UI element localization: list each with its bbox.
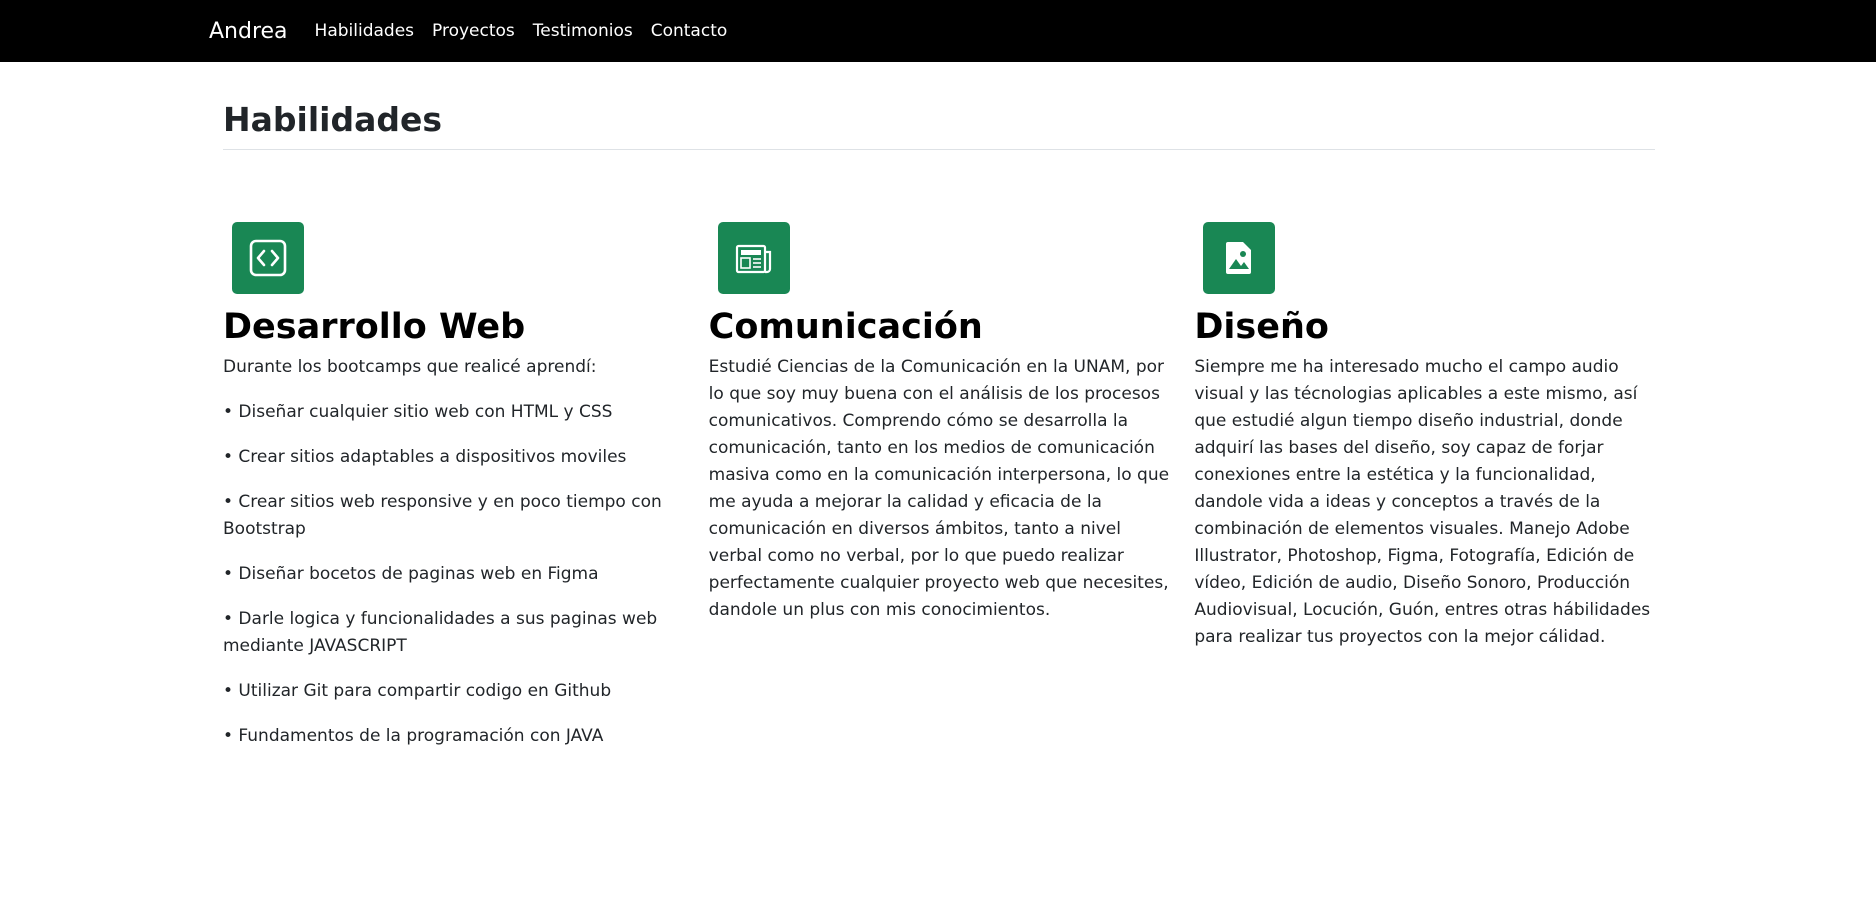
feature-text: • Diseñar cualquier sitio web con HTML y… (223, 402, 613, 422)
feature-text: Durante los bootcamps que realicé aprend… (223, 357, 597, 377)
features-row: Desarrollo Web Durante los bootcamps que… (223, 222, 1655, 768)
code-icon (232, 222, 304, 294)
feature-title: Desarrollo Web (223, 307, 526, 347)
top-navbar: Andrea Habilidades Proyectos Testimonios… (0, 0, 1876, 62)
brand-link[interactable]: Andrea (209, 19, 288, 44)
feature-text: • Crear sitios adaptables a dispositivos… (223, 447, 627, 467)
feature-text: • Diseñar bocetos de paginas web en Figm… (223, 564, 599, 584)
nav-link-habilidades[interactable]: Habilidades (315, 21, 414, 41)
newspaper-icon (717, 222, 790, 294)
nav-link-proyectos[interactable]: Proyectos (432, 21, 515, 41)
nav-link-testimonios[interactable]: Testimonios (533, 21, 633, 41)
feature-text: • Utilizar Git para compartir codigo en … (223, 681, 612, 701)
feature-text: Siempre me ha interesado mucho el campo … (1194, 357, 1651, 647)
feature-comunicacion: Comunicación Estudié Ciencias de la Comu… (709, 222, 1170, 768)
feature-body: Durante los bootcamps que realicé aprend… (223, 354, 684, 750)
feature-title: Diseño (1194, 307, 1329, 347)
feature-text: Estudié Ciencias de la Comunicación en l… (708, 357, 1170, 620)
feature-diseno: Diseño Siempre me ha interesado mucho el… (1194, 222, 1655, 768)
feature-text: • Crear sitios web responsive y en poco … (223, 492, 662, 539)
nav-link-contacto[interactable]: Contacto (651, 21, 728, 41)
feature-desarrollo-web: Desarrollo Web Durante los bootcamps que… (223, 222, 684, 768)
feature-title: Comunicación (708, 307, 983, 347)
feature-text: • Darle logica y funcionalidades a sus p… (223, 609, 658, 656)
feature-text: • Fundamentos de la programación con JAV… (223, 726, 604, 746)
feature-body: Siempre me ha interesado mucho el campo … (1194, 354, 1655, 651)
feature-body: Estudié Ciencias de la Comunicación en l… (709, 354, 1170, 624)
image-file-icon (1203, 222, 1276, 294)
main-content: Habilidades Desarrollo Web Durante los b… (223, 62, 1655, 768)
section-title: Habilidades (223, 99, 1655, 150)
